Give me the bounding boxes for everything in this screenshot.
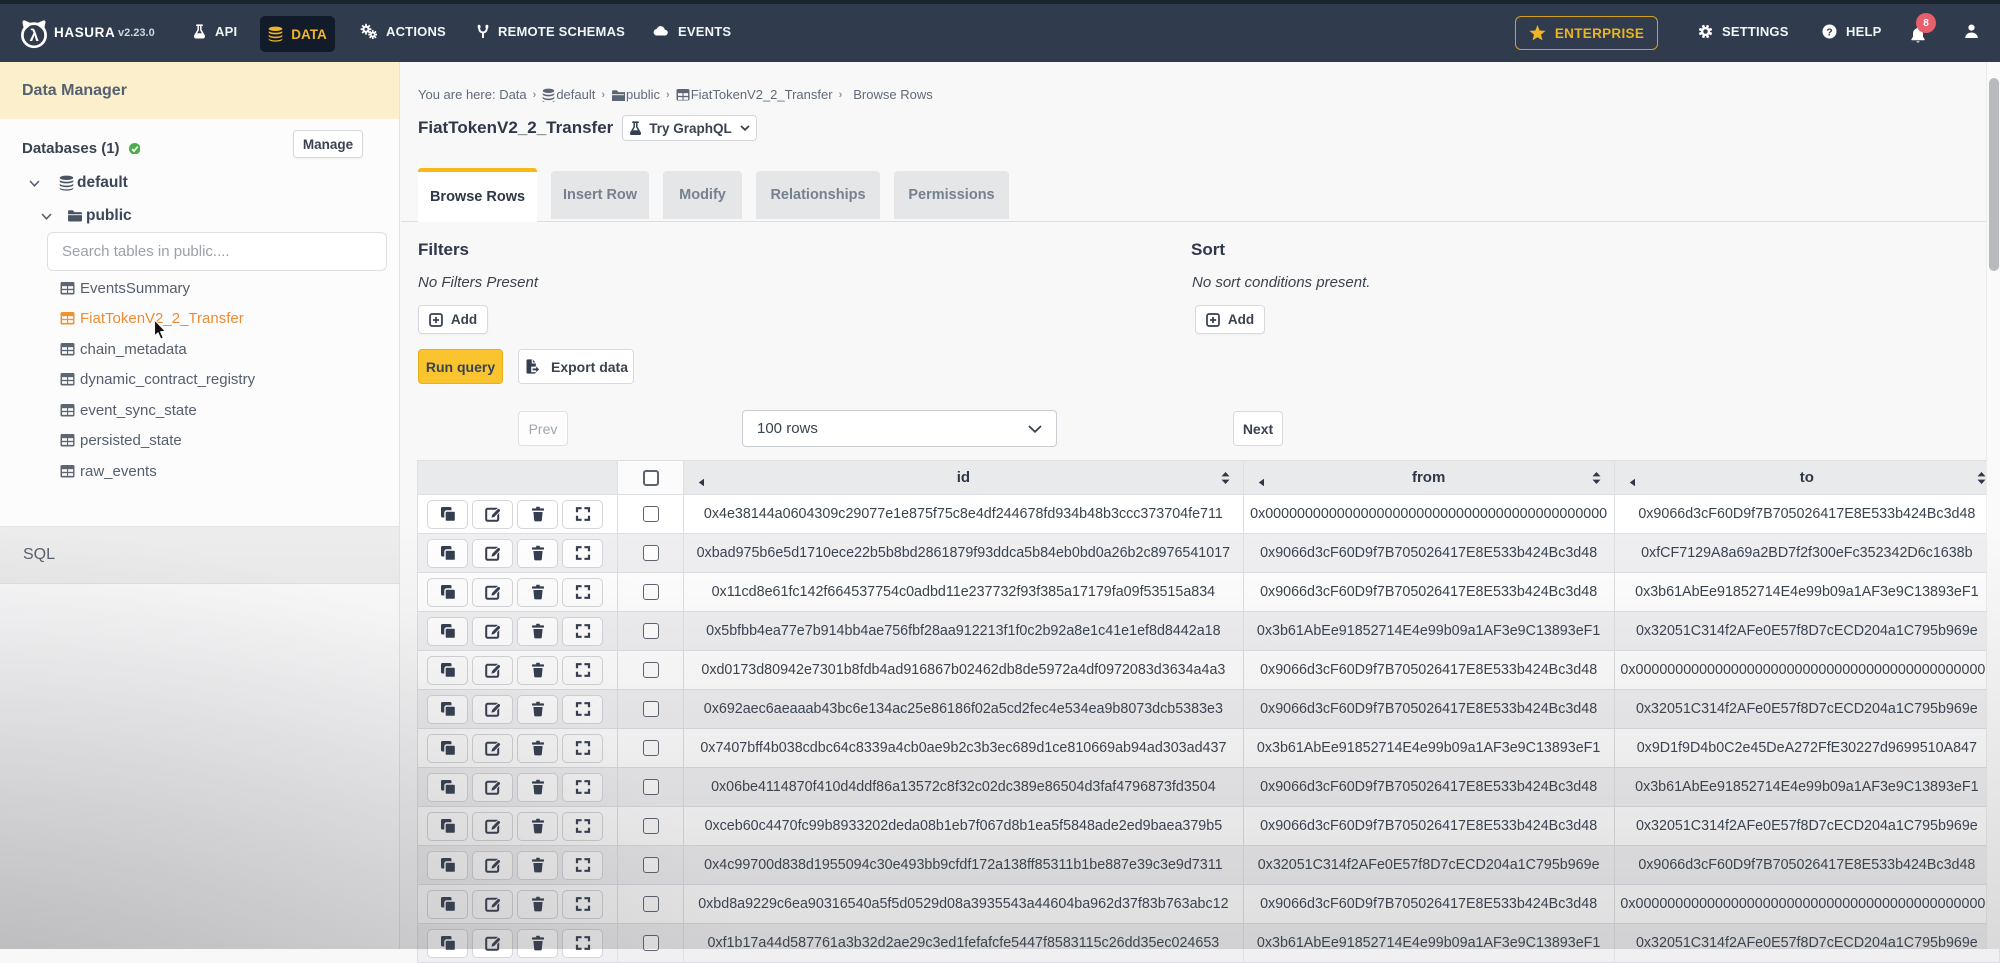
svg-text:?: ?	[1826, 26, 1833, 38]
svg-text:λ: λ	[30, 27, 39, 45]
